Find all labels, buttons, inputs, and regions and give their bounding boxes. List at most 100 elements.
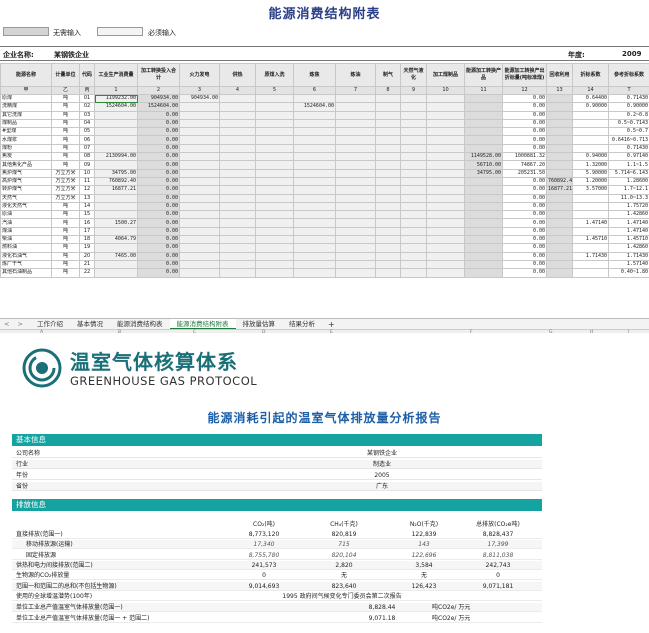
coking-cell[interactable] — [293, 168, 336, 178]
conversion-product-cell[interactable]: 1149528.00 — [464, 152, 503, 162]
industrial-consumption-cell[interactable]: 16877.21 — [94, 185, 138, 195]
coal-products-cell[interactable] — [426, 251, 465, 261]
industrial-consumption-cell[interactable] — [94, 243, 138, 253]
refining-cell[interactable] — [335, 218, 376, 228]
refining-cell[interactable] — [335, 168, 376, 178]
factor-cell[interactable] — [572, 210, 609, 220]
gas-making-cell[interactable] — [375, 185, 401, 195]
industrial-consumption-cell[interactable] — [94, 160, 138, 170]
add-sheet-button[interactable]: + — [322, 320, 341, 329]
factor-cell[interactable] — [572, 193, 609, 203]
factor-cell[interactable] — [572, 110, 609, 120]
sheet-tab[interactable]: 基本情况 — [70, 319, 110, 330]
heating-cell[interactable] — [219, 118, 256, 129]
coal-products-cell[interactable] — [426, 193, 465, 203]
column-letter[interactable]: G — [549, 330, 553, 333]
heating-cell[interactable] — [219, 160, 256, 170]
recycle-cell[interactable] — [546, 135, 573, 145]
factor-cell[interactable] — [572, 243, 609, 253]
coal-washing-cell[interactable] — [255, 176, 294, 187]
lng-cell[interactable] — [400, 127, 427, 137]
coal-products-cell[interactable] — [426, 235, 465, 245]
column-letter[interactable]: B — [118, 330, 121, 333]
factor-cell[interactable] — [572, 201, 609, 212]
lng-cell[interactable] — [400, 176, 427, 187]
coal-washing-cell[interactable] — [255, 193, 294, 203]
column-letter[interactable]: I — [628, 330, 629, 333]
coal-washing-cell[interactable] — [255, 93, 294, 104]
sheet-tab[interactable]: 工作介绍 — [30, 319, 70, 330]
coking-cell[interactable] — [293, 152, 336, 162]
coking-cell[interactable] — [293, 259, 336, 270]
coal-washing-cell[interactable] — [255, 210, 294, 220]
factor-cell[interactable]: 0.94000 — [572, 152, 609, 162]
coal-washing-cell[interactable] — [255, 143, 294, 154]
coal-washing-cell[interactable] — [255, 201, 294, 212]
recycle-cell[interactable] — [546, 259, 573, 270]
coal-products-cell[interactable] — [426, 268, 465, 278]
gas-making-cell[interactable] — [375, 243, 401, 253]
thermal-power-cell[interactable] — [179, 218, 220, 228]
industrial-consumption-cell[interactable]: 34795.00 — [94, 168, 138, 178]
lng-cell[interactable] — [400, 235, 427, 245]
recycle-cell[interactable] — [546, 218, 573, 228]
lng-cell[interactable] — [400, 210, 427, 220]
recycle-cell[interactable] — [546, 152, 573, 162]
thermal-power-cell[interactable] — [179, 168, 220, 178]
gas-making-cell[interactable] — [375, 226, 401, 237]
coking-cell[interactable] — [293, 193, 336, 203]
conversion-product-cell[interactable] — [464, 93, 503, 104]
industrial-consumption-cell[interactable] — [94, 259, 138, 270]
heating-cell[interactable] — [219, 210, 256, 220]
thermal-power-cell[interactable] — [179, 251, 220, 261]
refining-cell[interactable] — [335, 193, 376, 203]
coal-washing-cell[interactable] — [255, 218, 294, 228]
coking-cell[interactable] — [293, 176, 336, 187]
recycle-cell[interactable] — [546, 251, 573, 261]
heating-cell[interactable] — [219, 268, 256, 278]
coal-products-cell[interactable] — [426, 185, 465, 195]
coal-washing-cell[interactable] — [255, 259, 294, 270]
heating-cell[interactable] — [219, 168, 256, 178]
industrial-consumption-cell[interactable]: 4064.79 — [94, 235, 138, 245]
lng-cell[interactable] — [400, 259, 427, 270]
coking-cell[interactable] — [293, 235, 336, 245]
lng-cell[interactable] — [400, 251, 427, 261]
recycle-cell[interactable] — [546, 118, 573, 129]
industrial-consumption-cell[interactable]: 1199232.00 — [94, 93, 138, 104]
coking-cell[interactable] — [293, 118, 336, 129]
conversion-product-cell[interactable] — [464, 110, 503, 120]
heating-cell[interactable] — [219, 143, 256, 154]
gas-making-cell[interactable] — [375, 235, 401, 245]
coking-cell[interactable]: 1524604.00 — [293, 102, 336, 112]
heating-cell[interactable] — [219, 243, 256, 253]
refining-cell[interactable] — [335, 160, 376, 170]
coal-washing-cell[interactable] — [255, 235, 294, 245]
coal-washing-cell[interactable] — [255, 152, 294, 162]
recycle-cell[interactable] — [546, 168, 573, 178]
heating-cell[interactable] — [219, 185, 256, 195]
gas-making-cell[interactable] — [375, 251, 401, 261]
conversion-product-cell[interactable] — [464, 127, 503, 137]
column-letter[interactable]: H — [590, 330, 593, 333]
industrial-consumption-cell[interactable]: 760892.40 — [94, 176, 138, 187]
factor-cell[interactable]: 1.20000 — [572, 176, 609, 187]
company-value[interactable]: 某钢铁企业 — [54, 50, 89, 60]
recycle-cell[interactable] — [546, 143, 573, 154]
industrial-consumption-cell[interactable]: 2130994.00 — [94, 152, 138, 162]
coking-cell[interactable] — [293, 185, 336, 195]
column-letter[interactable]: F — [470, 330, 473, 333]
coal-washing-cell[interactable] — [255, 127, 294, 137]
coal-washing-cell[interactable] — [255, 135, 294, 145]
conversion-product-cell[interactable]: 34795.00 — [464, 168, 503, 178]
recycle-cell[interactable] — [546, 268, 573, 278]
sheet-tab[interactable]: 能源消费结构附表 — [169, 318, 236, 330]
coal-washing-cell[interactable] — [255, 168, 294, 178]
coking-cell[interactable] — [293, 251, 336, 261]
coking-cell[interactable] — [293, 127, 336, 137]
coal-products-cell[interactable] — [426, 201, 465, 212]
thermal-power-cell[interactable] — [179, 193, 220, 203]
refining-cell[interactable] — [335, 185, 376, 195]
lng-cell[interactable] — [400, 152, 427, 162]
industrial-consumption-cell[interactable]: 1500.27 — [94, 218, 138, 228]
